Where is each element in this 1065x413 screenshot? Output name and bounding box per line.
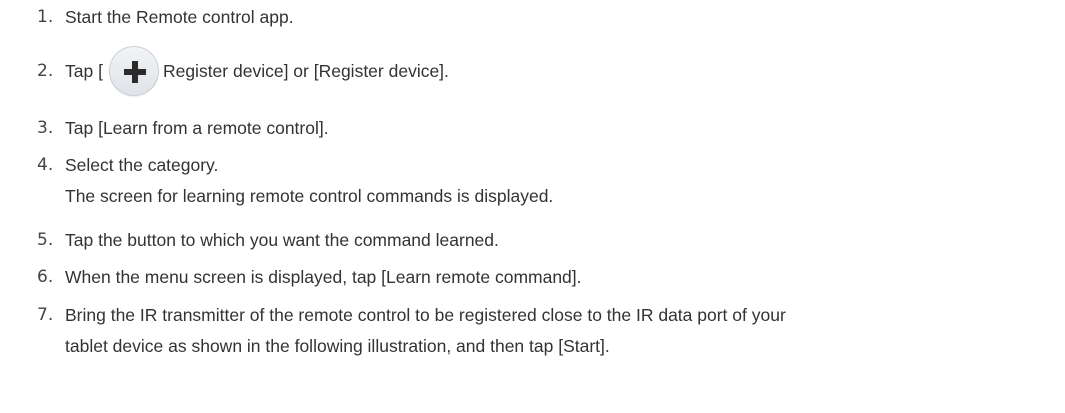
step-text-continued: The screen for learning remote control c…	[65, 186, 554, 206]
step-text-after: Register device] or [Register device].	[162, 61, 449, 81]
step-text: Tap [Learn from a remote control].	[65, 118, 329, 138]
step-number: 7.	[37, 305, 54, 325]
step-number: 2.	[37, 61, 54, 81]
step-text: Bring the IR transmitter of the remote c…	[65, 305, 786, 325]
step-number: 5.	[37, 230, 54, 250]
step-text-before: Tap [	[65, 61, 103, 81]
step-text: When the menu screen is displayed, tap […	[65, 267, 582, 287]
step-number: 1.	[37, 7, 54, 27]
step-text: Tap [ Register device] or [Register devic…	[65, 46, 449, 97]
step-number: 3.	[37, 118, 54, 138]
step-number: 6.	[37, 267, 54, 287]
instruction-steps: 1. Start the Remote control app. 2. Tap …	[0, 0, 1065, 413]
register-device-plus-icon	[108, 46, 159, 97]
step-text: Tap the button to which you want the com…	[65, 230, 499, 250]
step-text: Select the category.	[65, 155, 219, 175]
plus-icon	[123, 61, 146, 84]
step-text: Start the Remote control app.	[65, 7, 294, 27]
step-number: 4.	[37, 155, 54, 175]
step-text-continued: tablet device as shown in the following …	[65, 336, 610, 356]
